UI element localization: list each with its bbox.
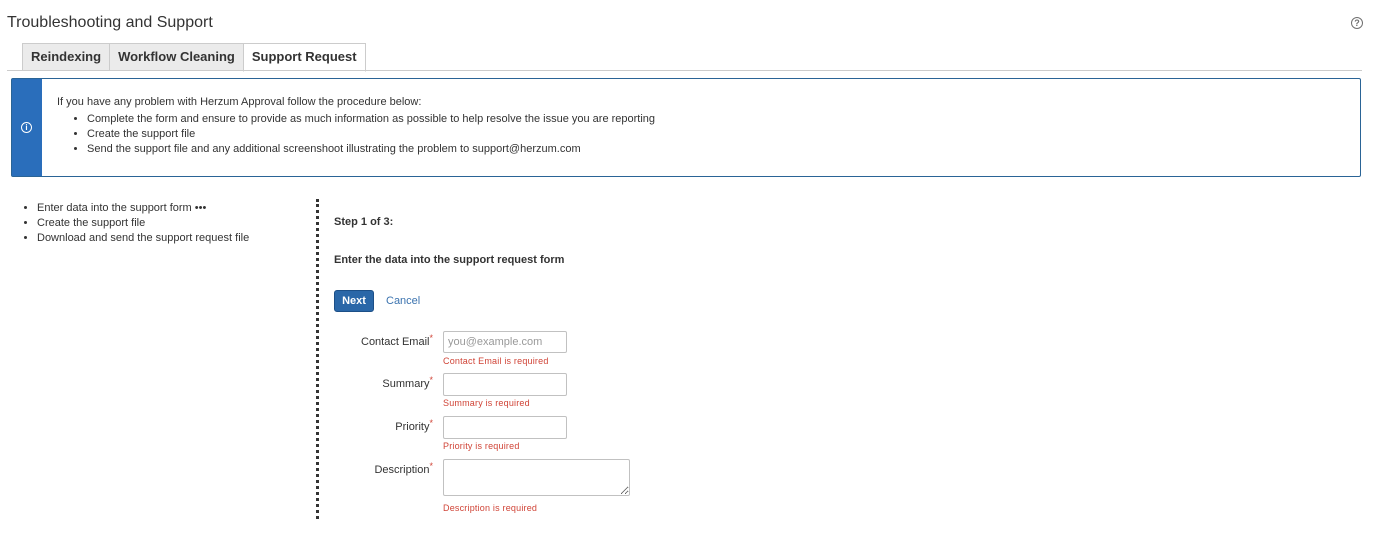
- description-label: Description*: [313, 461, 433, 476]
- required-marker: *: [429, 375, 433, 385]
- priority-input[interactable]: [443, 416, 567, 439]
- info-message: i If you have any problem with Herzum Ap…: [11, 78, 1361, 177]
- step-item: Create the support file: [37, 216, 249, 231]
- cancel-link[interactable]: Cancel: [386, 295, 420, 307]
- contact-email-error: Contact Email is required: [443, 356, 549, 366]
- description-error: Description is required: [443, 503, 538, 513]
- summary-input[interactable]: [443, 373, 567, 396]
- priority-error: Priority is required: [443, 441, 520, 451]
- summary-error: Summary is required: [443, 398, 530, 408]
- info-list-item: Send the support file and any additional…: [87, 142, 655, 157]
- info-intro: If you have any problem with Herzum Appr…: [57, 96, 422, 108]
- tab-divider: [7, 70, 1362, 71]
- step-description: Enter the data into the support request …: [334, 254, 565, 266]
- description-label-text: Description: [374, 464, 430, 476]
- priority-label-text: Priority: [395, 421, 430, 433]
- summary-label: Summary*: [313, 375, 433, 390]
- tab-bar: Reindexing Workflow Cleaning Support Req…: [22, 43, 366, 72]
- contact-email-label: Contact Email*: [313, 333, 433, 348]
- info-icon: i: [21, 122, 32, 133]
- step-heading: Step 1 of 3:: [334, 216, 394, 228]
- info-list-item: Create the support file: [87, 127, 655, 142]
- contact-email-input[interactable]: [443, 331, 567, 353]
- required-marker: *: [429, 333, 433, 343]
- required-marker: *: [429, 461, 433, 471]
- tab-workflow-cleaning[interactable]: Workflow Cleaning: [109, 43, 243, 71]
- info-list: Complete the form and ensure to provide …: [87, 112, 655, 157]
- steps-list: Enter data into the support form ••• Cre…: [37, 201, 249, 246]
- priority-label: Priority*: [313, 418, 433, 433]
- info-bar: i: [12, 79, 42, 176]
- tab-support-request[interactable]: Support Request: [242, 43, 366, 72]
- summary-label-text: Summary: [382, 378, 430, 390]
- next-button[interactable]: Next: [334, 290, 374, 312]
- step-item: Enter data into the support form •••: [37, 201, 249, 216]
- tab-reindexing[interactable]: Reindexing: [22, 43, 110, 71]
- info-list-item: Complete the form and ensure to provide …: [87, 112, 655, 127]
- step-item: Download and send the support request fi…: [37, 231, 249, 246]
- help-icon[interactable]: ?: [1351, 17, 1363, 29]
- contact-email-label-text: Contact Email: [361, 336, 430, 348]
- page-title: Troubleshooting and Support: [7, 14, 213, 31]
- required-marker: *: [429, 418, 433, 428]
- description-textarea[interactable]: [443, 459, 630, 496]
